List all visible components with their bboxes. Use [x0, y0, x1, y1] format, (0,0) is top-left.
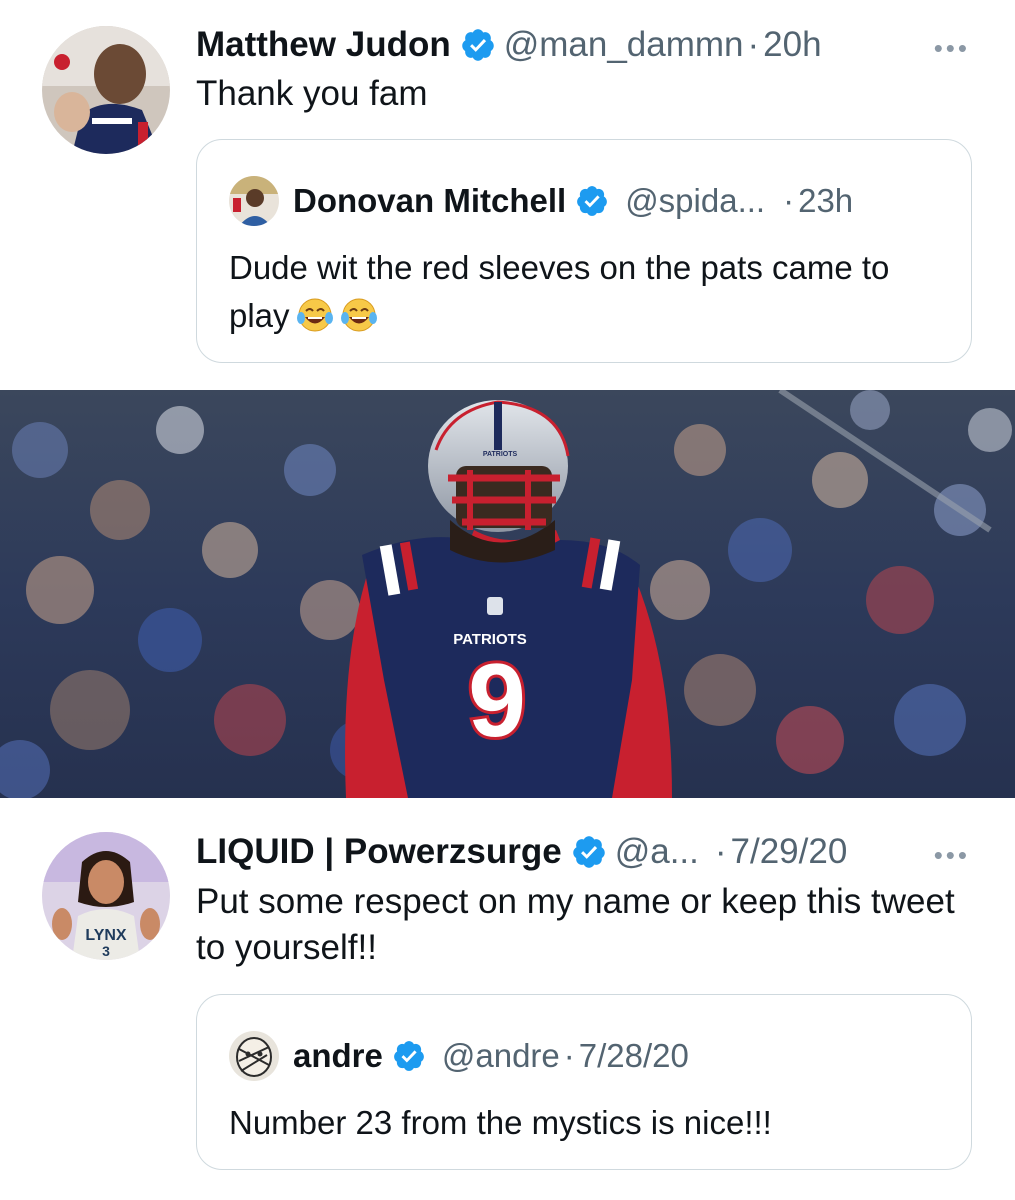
helmet-wordmark: PATRIOTS — [483, 451, 518, 458]
avatar-jersey-team: LYNX — [85, 927, 127, 944]
quote-timestamp[interactable]: 7/28/20 — [579, 1036, 689, 1076]
more-options-icon[interactable]: ••• — [934, 33, 970, 63]
tweet-header: Matthew Judon @man_dammn · 20h — [196, 24, 822, 66]
quote-text: Number 23 from the mystics is nice!!! — [229, 1104, 772, 1141]
tears-of-joy-emoji-icon — [296, 296, 334, 334]
quote-author-name[interactable]: Donovan Mitchell — [293, 181, 566, 221]
quote-author-name[interactable]: andre — [293, 1036, 383, 1076]
tweet-text: Put some respect on my name or keep this… — [196, 882, 955, 967]
author-handle[interactable]: @man_dammn — [504, 24, 744, 66]
separator: · — [714, 832, 727, 871]
verified-badge-icon — [572, 836, 605, 868]
more-options-icon[interactable]: ••• — [934, 840, 970, 870]
jersey-wordmark: PATRIOTS — [453, 631, 527, 648]
avatar[interactable]: LYNX 3 — [42, 832, 170, 960]
tweet-header: LIQUID | Powerzsurge @a... · 7/29/20 — [196, 831, 847, 873]
author-name[interactable]: LIQUID | Powerzsurge — [196, 831, 562, 873]
avatar[interactable] — [42, 26, 170, 154]
tweet-text: Thank you fam — [196, 74, 428, 113]
quote-timestamp[interactable]: 23h — [798, 181, 853, 221]
separator: · — [563, 1037, 575, 1074]
tweet-photo[interactable]: 9 PATRIOTS PATRIOTS — [0, 390, 1015, 798]
tears-of-joy-emoji-icon — [340, 296, 378, 334]
quote-author-handle[interactable]: @andre — [442, 1036, 560, 1076]
timestamp[interactable]: 7/29/20 — [731, 831, 848, 873]
verified-badge-icon — [394, 1041, 424, 1071]
verified-badge-icon — [577, 186, 608, 216]
quote-author-handle[interactable]: @spida... — [625, 181, 765, 221]
author-handle[interactable]: @a... — [615, 831, 699, 873]
quoted-tweet[interactable]: andre @andre · 7/28/20 Number 23 from th… — [196, 994, 972, 1170]
quote-avatar[interactable] — [229, 176, 279, 226]
tweet-2[interactable]: LYNX 3 LIQUID | Powerzsurge @a... · 7/29… — [0, 800, 1015, 1200]
timestamp[interactable]: 20h — [763, 24, 821, 66]
quote-text-container: Dude wit the red sleeves on the pats cam… — [229, 244, 949, 340]
author-name[interactable]: Matthew Judon — [196, 24, 451, 66]
quote-header: andre @andre · 7/28/20 — [229, 1031, 689, 1081]
separator: · — [783, 182, 795, 219]
separator: · — [747, 25, 760, 64]
quote-avatar[interactable] — [229, 1031, 279, 1081]
quoted-tweet[interactable]: Donovan Mitchell @spida... · 23h Dude wi… — [196, 139, 972, 363]
jersey-number: 9 — [468, 643, 526, 759]
verified-badge-icon — [461, 29, 494, 61]
quote-header: Donovan Mitchell @spida... · 23h — [229, 176, 853, 226]
avatar-jersey-number: 3 — [102, 943, 110, 959]
